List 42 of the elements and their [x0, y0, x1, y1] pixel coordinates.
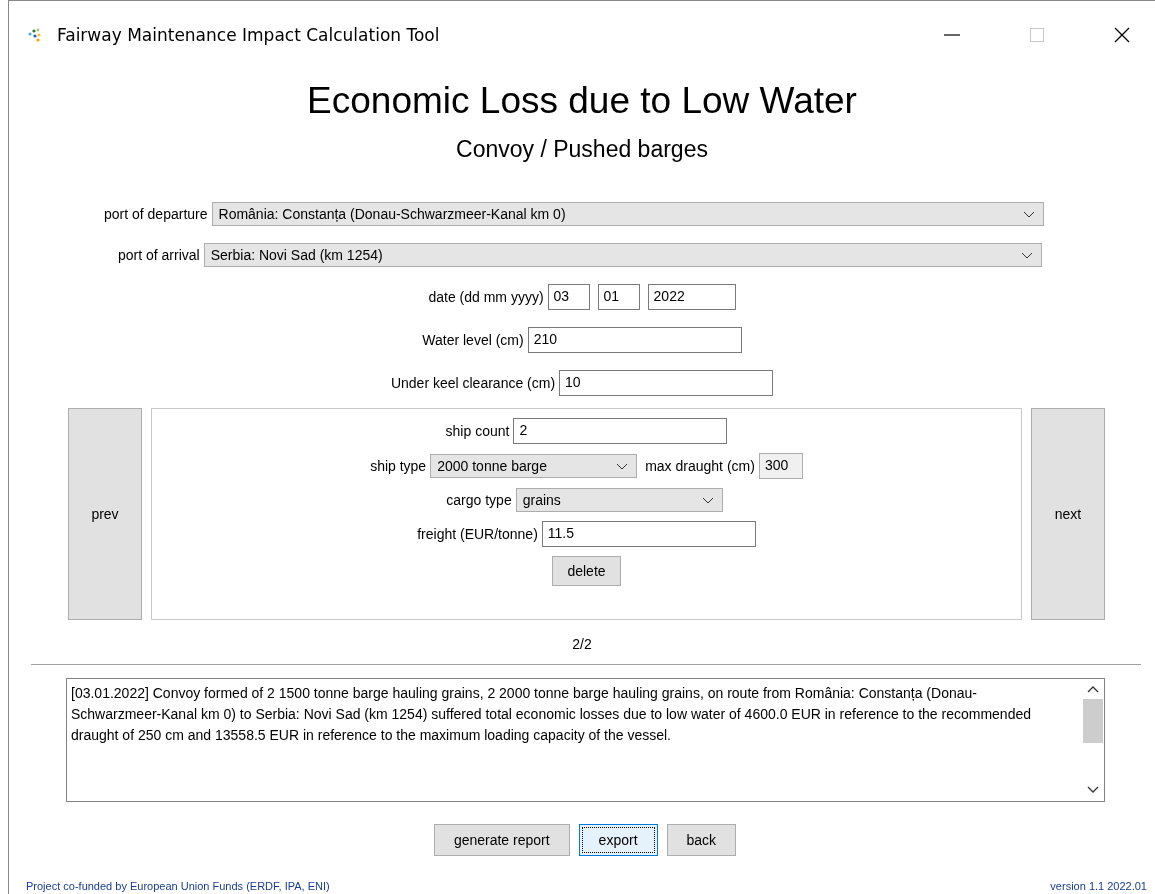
window-title: Fairway Maintenance Impact Calculation Tool — [57, 25, 440, 45]
next-button[interactable]: next — [1031, 408, 1105, 620]
input-field[interactable]: 11.5 — [541, 521, 756, 547]
draught-field: 300 — [758, 453, 803, 479]
chevron-down-icon — [701, 496, 714, 504]
field-label: date (dd mm yyyy) — [428, 289, 544, 305]
field-label: freight (EUR/tonne) — [417, 526, 538, 542]
chevron-down-icon — [616, 462, 629, 470]
field-label: max draught (cm) — [645, 458, 755, 474]
field-label: ship count — [445, 423, 510, 439]
version-text: version 1.1 2022.01 — [1050, 880, 1147, 892]
action-button[interactable]: back — [666, 824, 737, 856]
scroll-up-icon[interactable] — [1087, 686, 1099, 693]
clearance-field[interactable]: 10 — [559, 370, 774, 396]
credit-text: Project co-funded by European Union Funds (ERDF, IPA, ENI) — [26, 880, 330, 892]
action-button[interactable]: generate report — [433, 824, 570, 856]
page-indicator: 2/2 — [572, 636, 592, 652]
dropdown[interactable]: grains — [515, 488, 723, 512]
action-button[interactable]: export — [578, 824, 658, 856]
day-field[interactable]: 03 — [547, 284, 590, 310]
field-label: ship type — [370, 458, 427, 474]
close-icon[interactable] — [1114, 27, 1130, 43]
field-label: port of departure — [104, 206, 208, 222]
report-text-area[interactable]: [03.01.2022] Convoy formed of 2 1500 tonne barge hauling grains, 2 2000 tonne barge hauling grains, on route from România: Constanța (Donau-Schwarzmeer-Kanal km 0) to Serbia: Novi Sad (km 1254) suffered total economic losses due to low water of 4600.0 EUR in reference to the recommended draught of 250 cm and 13558.5 EUR in reference to the maximum loading capacity of the vessel. — [66, 678, 1105, 802]
field-label: Under keel clearance (cm) — [390, 375, 556, 391]
year-field[interactable]: 2022 — [647, 284, 736, 310]
water-level-field[interactable]: 210 — [527, 327, 742, 353]
port-dropdown[interactable]: Serbia: Novi Sad (km 1254) — [203, 243, 1042, 267]
chevron-down-icon — [1022, 210, 1035, 218]
page-heading: Economic Loss due to Low Water — [306, 79, 858, 123]
delete-button[interactable]: delete — [552, 556, 621, 586]
port-dropdown[interactable]: România: Constanța (Donau-Schwarzmeer-Kanal km 0) — [211, 202, 1044, 226]
dropdown[interactable]: 2000 tonne barge — [430, 454, 638, 478]
input-field[interactable]: 2 — [513, 418, 728, 444]
chevron-down-icon — [1020, 251, 1033, 259]
scroll-down-icon[interactable] — [1087, 786, 1099, 793]
month-field[interactable]: 01 — [597, 284, 640, 310]
page-subheading: Convoy / Pushed barges — [455, 135, 709, 164]
field-label: cargo type — [446, 492, 512, 508]
prev-button[interactable]: prev — [68, 408, 142, 620]
field-label: port of arrival — [118, 247, 200, 263]
field-label: Water level (cm) — [422, 332, 524, 348]
